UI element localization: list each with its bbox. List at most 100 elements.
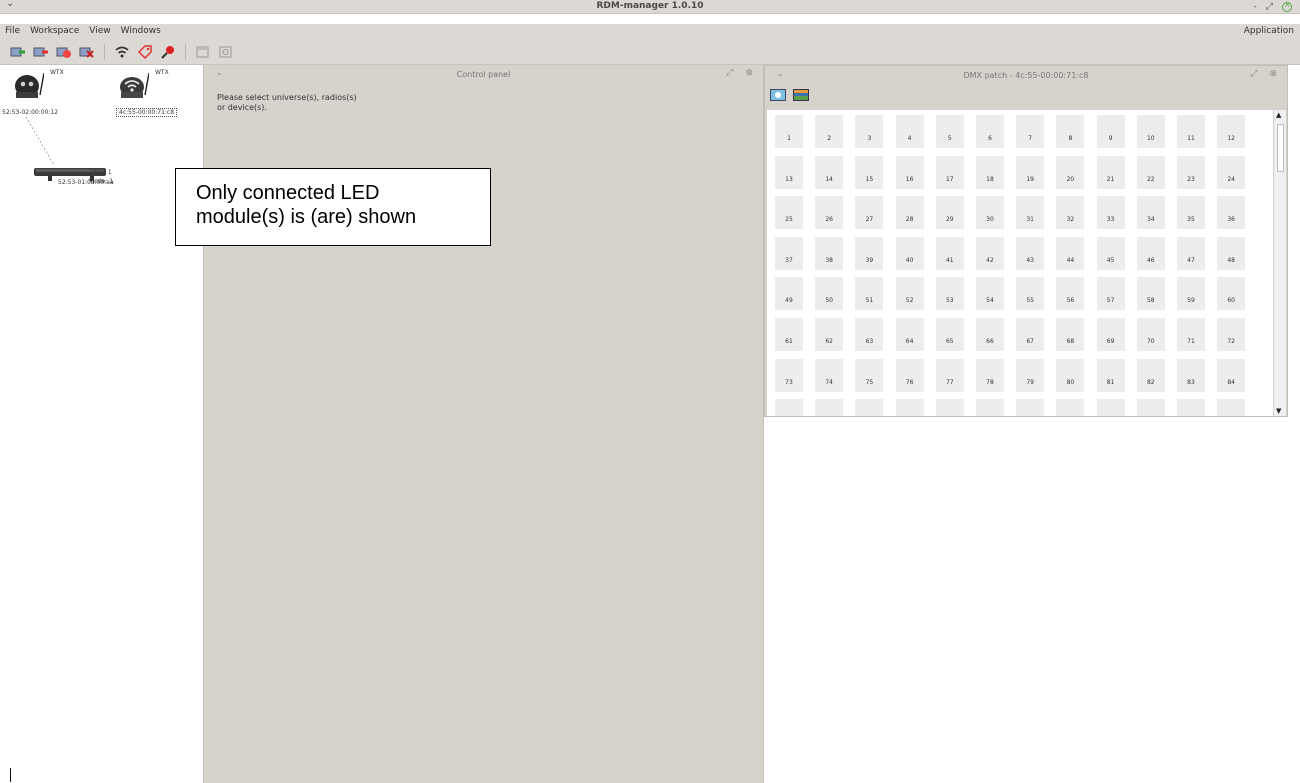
dmx-channel-cell[interactable]: 74 [815, 358, 844, 392]
dmx-channel-cell[interactable]: 36 [1217, 196, 1246, 230]
close-icon[interactable] [1282, 0, 1292, 12]
dmx-channel-cell[interactable]: 24 [1217, 155, 1246, 189]
dmx-channel-cell[interactable]: 25 [775, 196, 803, 230]
dmx-channel-cell[interactable]: 13 [775, 155, 803, 189]
dmx-channel-cell[interactable]: 70 [1136, 318, 1165, 351]
dmx-channel-cell[interactable] [775, 399, 803, 416]
dmx-channel-cell[interactable]: 62 [815, 318, 844, 351]
dmx-channel-cell[interactable]: 76 [895, 358, 924, 392]
remove-universe-icon[interactable] [33, 44, 49, 60]
dmx-channel-cell[interactable]: 35 [1177, 196, 1205, 230]
dmx-channel-cell[interactable]: 38 [815, 236, 844, 270]
dmx-channel-cell[interactable]: 77 [935, 358, 964, 392]
dmx-channel-cell[interactable] [895, 399, 924, 416]
dmx-channel-cell[interactable]: 64 [895, 318, 924, 351]
dmx-channel-cell[interactable]: 5 [935, 115, 964, 148]
float-icon[interactable]: ⤢ [1250, 69, 1257, 79]
restore-icon[interactable]: ⤢ [1266, 2, 1273, 12]
dmx-channel-cell[interactable]: 11 [1177, 115, 1205, 148]
dmx-channel-cell[interactable]: 34 [1136, 196, 1165, 230]
dmx-channel-cell[interactable]: 4 [895, 115, 924, 148]
menu-windows[interactable]: Windows [121, 26, 161, 36]
dmx-channel-cell[interactable]: 7 [1016, 115, 1045, 148]
dmx-channel-cell[interactable]: 66 [976, 318, 1004, 351]
dmx-channel-cell[interactable]: 51 [855, 277, 884, 311]
dmx-channel-cell[interactable] [855, 399, 884, 416]
dmx-channel-cell[interactable]: 71 [1177, 318, 1205, 351]
dmx-channel-cell[interactable]: 63 [855, 318, 884, 351]
dmx-channel-cell[interactable]: 56 [1056, 277, 1085, 311]
dmx-channel-cell[interactable]: 37 [775, 236, 803, 270]
dmx-channel-cell[interactable]: 46 [1136, 236, 1165, 270]
dmx-channel-cell[interactable]: 45 [1096, 236, 1125, 270]
dmx-channel-cell[interactable]: 54 [976, 277, 1004, 311]
dmx-channel-cell[interactable]: 40 [895, 236, 924, 270]
add-universe-icon[interactable] [10, 44, 26, 60]
dmx-channel-cell[interactable]: 39 [855, 236, 884, 270]
dmx-channel-cell[interactable]: 26 [815, 196, 844, 230]
dmx-channel-cell[interactable]: 49 [775, 277, 803, 311]
radio-address[interactable]: 4c:55-00:00:71:c8 [116, 108, 178, 117]
dmx-channel-cell[interactable] [1136, 399, 1165, 416]
tag-icon[interactable] [137, 44, 153, 60]
dmx-channel-cell[interactable]: 61 [775, 318, 803, 351]
dmx-channel-cell[interactable]: 83 [1177, 358, 1205, 392]
identify-icon[interactable] [770, 89, 786, 101]
dmx-channel-cell[interactable]: 33 [1096, 196, 1125, 230]
dmx-channel-cell[interactable]: 6 [976, 115, 1004, 148]
dmx-channel-cell[interactable]: 31 [1016, 196, 1045, 230]
dmx-channel-cell[interactable]: 57 [1096, 277, 1125, 311]
wifi-icon[interactable] [114, 44, 130, 60]
dmx-channel-cell[interactable]: 53 [935, 277, 964, 311]
dmx-channel-cell[interactable]: 79 [1016, 358, 1045, 392]
dmx-channel-cell[interactable]: 1 [775, 115, 803, 148]
dmx-channel-cell[interactable]: 84 [1217, 358, 1246, 392]
dmx-channel-cell[interactable]: 17 [935, 155, 964, 189]
dmx-channel-cell[interactable]: 21 [1096, 155, 1125, 189]
disconnect-icon[interactable] [56, 44, 72, 60]
dmx-channel-cell[interactable] [1217, 399, 1246, 416]
dmx-channel-cell[interactable]: 14 [815, 155, 844, 189]
dmx-channel-cell[interactable] [1177, 399, 1205, 416]
dmx-channel-cell[interactable]: 15 [855, 155, 884, 189]
dmx-channel-cell[interactable]: 20 [1056, 155, 1085, 189]
dmx-channel-cell[interactable]: 67 [1016, 318, 1045, 351]
dmx-channel-cell[interactable]: 9 [1096, 115, 1125, 148]
dmx-channel-cell[interactable]: 78 [976, 358, 1004, 392]
scroll-thumb[interactable] [1277, 124, 1284, 172]
dmx-channel-cell[interactable] [815, 399, 844, 416]
close-icon[interactable]: ⊗ [745, 68, 753, 78]
scroll-down-icon[interactable]: ▼ [1276, 407, 1281, 415]
dmx-channel-cell[interactable]: 65 [935, 318, 964, 351]
dmx-channel-cell[interactable]: 75 [855, 358, 884, 392]
dmx-channel-cell[interactable]: 58 [1136, 277, 1165, 311]
dmx-channel-cell[interactable]: 60 [1217, 277, 1246, 311]
menu-view[interactable]: View [89, 26, 110, 36]
dmx-channel-cell[interactable] [935, 399, 964, 416]
dmx-channel-cell[interactable] [1056, 399, 1085, 416]
window-icon[interactable] [195, 44, 211, 60]
dmx-channel-cell[interactable]: 8 [1056, 115, 1085, 148]
scroll-up-icon[interactable]: ▲ [1276, 111, 1281, 119]
float-icon[interactable]: ⤢ [726, 68, 733, 78]
dmx-channel-cell[interactable]: 22 [1136, 155, 1165, 189]
dmx-channel-cell[interactable]: 29 [935, 196, 964, 230]
delete-icon[interactable] [79, 44, 95, 60]
search-icon[interactable] [160, 44, 176, 60]
menu-workspace[interactable]: Workspace [30, 26, 79, 36]
dmx-channel-cell[interactable]: 69 [1096, 318, 1125, 351]
dmx-channel-cell[interactable]: 55 [1016, 277, 1045, 311]
dmx-channel-cell[interactable]: 59 [1177, 277, 1205, 311]
dmx-channel-cell[interactable]: 3 [855, 115, 884, 148]
dmx-channel-cell[interactable]: 28 [895, 196, 924, 230]
dmx-channel-cell[interactable]: 81 [1096, 358, 1125, 392]
minimize-icon[interactable]: - [1254, 2, 1257, 12]
dmx-channel-cell[interactable]: 32 [1056, 196, 1085, 230]
dmx-channel-cell[interactable]: 80 [1056, 358, 1085, 392]
dmx-channel-cell[interactable]: 23 [1177, 155, 1205, 189]
settings-icon[interactable] [218, 44, 234, 60]
dmx-channel-cell[interactable]: 41 [935, 236, 964, 270]
dmx-channel-cell[interactable]: 19 [1016, 155, 1045, 189]
dmx-channel-cell[interactable]: 16 [895, 155, 924, 189]
dmx-channel-cell[interactable]: 43 [1016, 236, 1045, 270]
